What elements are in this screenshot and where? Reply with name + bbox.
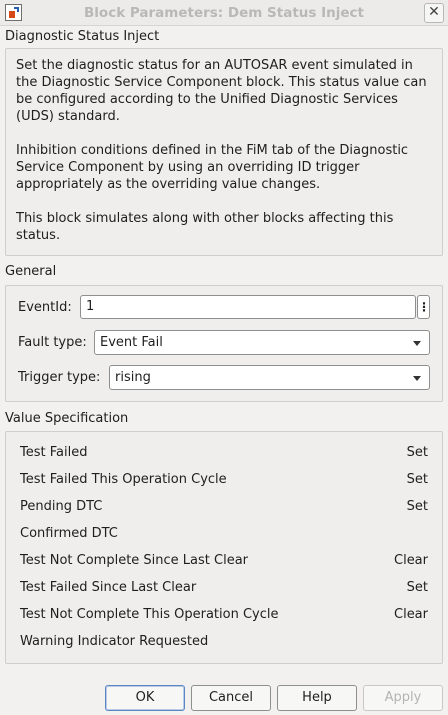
list-item: Test Failed Since Last Clear Set [20, 580, 428, 607]
description-panel: Set the diagnostic status for an AUTOSAR… [5, 48, 443, 256]
value-spec-heading: Value Specification [5, 411, 129, 426]
fault-type-label: Fault type: [18, 335, 87, 350]
status-name: Test Failed Since Last Clear [20, 580, 197, 595]
status-value: Clear [394, 553, 428, 568]
more-options-icon[interactable]: ⋮ [417, 295, 430, 319]
status-value: Set [406, 580, 428, 595]
value-spec-panel: Test Failed Set Test Failed This Operati… [5, 431, 443, 664]
trigger-type-label: Trigger type: [18, 370, 101, 385]
list-item: Test Not Complete Since Last Clear Clear [20, 553, 428, 580]
description-paragraph: Inhibition conditions defined in the FiM… [16, 143, 409, 192]
apply-button[interactable]: Apply [363, 685, 443, 711]
status-value: Set [406, 472, 428, 487]
trigger-type-value: rising [115, 370, 151, 385]
title-bar: Block Parameters: Dem Status Inject ✕ [0, 0, 448, 26]
list-item: Warning Indicator Requested [20, 634, 428, 661]
ok-button[interactable]: OK [105, 685, 185, 711]
event-id-input[interactable]: 1 [80, 295, 416, 319]
trigger-type-select[interactable]: rising [109, 365, 430, 390]
status-value: Set [406, 499, 428, 514]
event-id-label: EventId: [18, 300, 72, 315]
help-button[interactable]: Help [277, 685, 357, 711]
status-name: Test Not Complete This Operation Cycle [20, 607, 279, 622]
description-paragraph: This block simulates along with other bl… [16, 211, 394, 243]
general-panel: EventId: 1 ⋮ Fault type: Event Fail Trig… [5, 285, 443, 402]
chevron-down-icon [413, 376, 421, 381]
chevron-down-icon [413, 341, 421, 346]
status-name: Pending DTC [20, 499, 103, 514]
general-heading: General [5, 264, 57, 279]
fault-type-value: Event Fail [100, 335, 163, 350]
status-name: Test Not Complete Since Last Clear [20, 553, 249, 568]
list-item: Test Not Complete This Operation Cycle C… [20, 607, 428, 634]
description-heading: Diagnostic Status Inject [5, 29, 160, 44]
status-name: Test Failed [20, 445, 88, 460]
status-value: Set [406, 445, 428, 460]
list-item: Test Failed Set [20, 445, 428, 472]
status-name: Confirmed DTC [20, 526, 118, 541]
cancel-button[interactable]: Cancel [191, 685, 271, 711]
list-item: Pending DTC Set [20, 499, 428, 526]
list-item: Confirmed DTC [20, 526, 428, 553]
status-value: Clear [394, 607, 428, 622]
list-item: Test Failed This Operation Cycle Set [20, 472, 428, 499]
fault-type-select[interactable]: Event Fail [94, 330, 430, 355]
close-button[interactable]: ✕ [424, 3, 444, 23]
status-name: Test Failed This Operation Cycle [20, 472, 227, 487]
status-name: Warning Indicator Requested [20, 634, 209, 649]
window-title: Block Parameters: Dem Status Inject [84, 5, 364, 21]
description-paragraph: Set the diagnostic status for an AUTOSAR… [16, 58, 427, 124]
